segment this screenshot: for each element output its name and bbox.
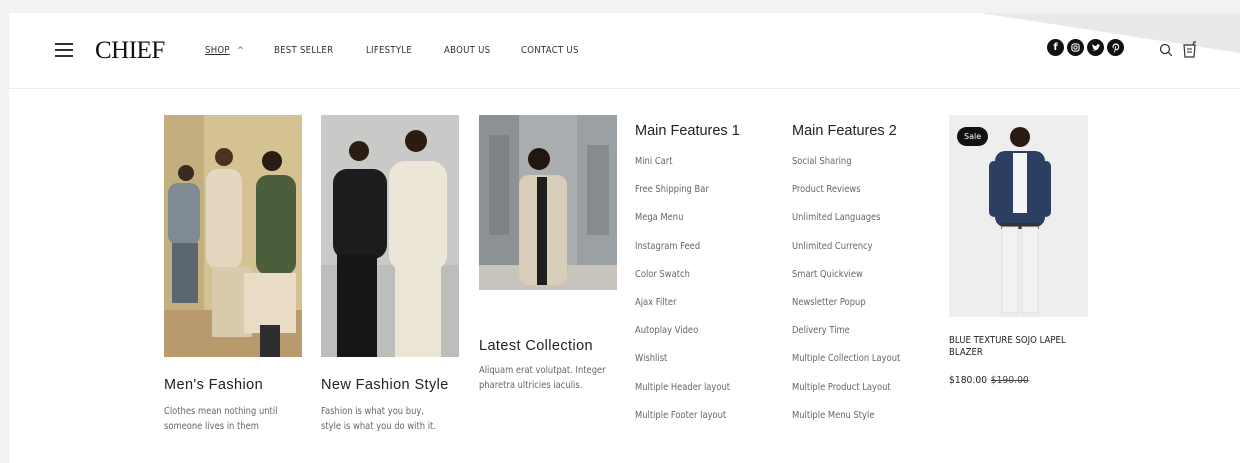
new-fashion-style-image[interactable] xyxy=(321,115,459,357)
menu-link[interactable]: Instagram Feed xyxy=(635,241,730,269)
menu-link[interactable]: Autoplay Video xyxy=(635,325,730,353)
menu-link[interactable]: Free Shipping Bar xyxy=(635,184,730,212)
menu-link[interactable]: Unlimited Currency xyxy=(792,241,900,269)
nav-item-shop[interactable]: SHOP ^ xyxy=(205,45,244,56)
nav-item-contact-us[interactable]: CONTACT US xyxy=(521,45,579,56)
search-icon[interactable] xyxy=(1159,43,1173,57)
menu-link[interactable]: Color Swatch xyxy=(635,269,730,297)
nav-label: ABOUT US xyxy=(443,45,490,56)
facebook-icon[interactable]: f xyxy=(1047,39,1064,56)
nav-label: BEST SELLER xyxy=(274,45,334,56)
nav-label: SHOP xyxy=(205,45,230,56)
tile-description: Clothes mean nothing until someone lives… xyxy=(164,406,278,432)
menu-link[interactable]: Multiple Menu Style xyxy=(792,410,900,438)
menu-link[interactable]: Newsletter Popup xyxy=(792,297,900,325)
menu-icon[interactable] xyxy=(55,43,73,57)
product-price: $180.00 $190.00 xyxy=(949,375,1029,386)
features-2-list: Social Sharing Product Reviews Unlimited… xyxy=(792,156,915,438)
menu-link[interactable]: Multiple Header layout xyxy=(635,382,730,410)
menu-link[interactable]: Delivery Time xyxy=(792,325,900,353)
site-header: CHIEF SHOP ^ BEST SELLER LIFESTYLE ABOUT… xyxy=(9,13,1240,89)
twitter-icon[interactable] xyxy=(1087,39,1104,56)
menu-link[interactable]: Wishlist xyxy=(635,353,730,381)
menu-link[interactable]: Social Sharing xyxy=(792,156,900,184)
main-nav: SHOP ^ BEST SELLER LIFESTYLE ABOUT US CO… xyxy=(205,45,611,56)
features-1-list: Mini Cart Free Shipping Bar Mega Menu In… xyxy=(635,156,743,438)
page-frame: CHIEF SHOP ^ BEST SELLER LIFESTYLE ABOUT… xyxy=(9,13,1240,463)
menu-link[interactable]: Multiple Footer layout xyxy=(635,410,730,438)
menu-link[interactable]: Smart Quickview xyxy=(792,269,900,297)
nav-item-about-us[interactable]: ABOUT US xyxy=(444,45,490,56)
current-price: $180.00 xyxy=(949,375,988,386)
tile-title[interactable]: Men's Fashion xyxy=(164,377,263,393)
product-image[interactable]: Sale xyxy=(949,115,1088,317)
nav-label: LIFESTYLE xyxy=(366,45,413,56)
tile-title[interactable]: Latest Collection xyxy=(479,338,593,354)
menu-link[interactable]: Mini Cart xyxy=(635,156,730,184)
mens-fashion-image[interactable] xyxy=(164,115,302,357)
tile-description: Aliquam erat volutpat. Integer pharetra … xyxy=(479,365,606,391)
menu-link[interactable]: Multiple Product Layout xyxy=(792,382,900,410)
social-links: f xyxy=(1047,39,1127,56)
latest-collection-image[interactable] xyxy=(479,115,617,290)
features-1-heading: Main Features 1 xyxy=(635,123,740,139)
features-2-heading: Main Features 2 xyxy=(792,123,897,139)
menu-link[interactable]: Product Reviews xyxy=(792,184,900,212)
sale-badge: Sale xyxy=(957,127,989,146)
nav-label: CONTACT US xyxy=(521,45,579,56)
menu-link[interactable]: Multiple Collection Layout xyxy=(792,353,900,381)
menu-link[interactable]: Unlimited Languages xyxy=(792,212,900,240)
tile-description: Fashion is what you buy, style is what y… xyxy=(321,406,436,432)
chevron-up-icon: ^ xyxy=(237,45,245,56)
site-logo[interactable]: CHIEF xyxy=(95,37,165,65)
menu-link[interactable]: Ajax Filter xyxy=(635,297,730,325)
instagram-icon[interactable] xyxy=(1067,39,1084,56)
menu-link[interactable]: Mega Menu xyxy=(635,212,730,240)
cart-icon[interactable] xyxy=(1182,41,1197,58)
tile-title[interactable]: New Fashion Style xyxy=(321,377,449,393)
old-price: $190.00 xyxy=(990,375,1029,386)
product-title[interactable]: BLUE TEXTURE SOJO LAPEL BLAZER xyxy=(949,335,1084,359)
nav-item-best-seller[interactable]: BEST SELLER xyxy=(274,45,333,56)
nav-item-lifestyle[interactable]: LIFESTYLE xyxy=(366,45,412,56)
pinterest-icon[interactable] xyxy=(1107,39,1124,56)
